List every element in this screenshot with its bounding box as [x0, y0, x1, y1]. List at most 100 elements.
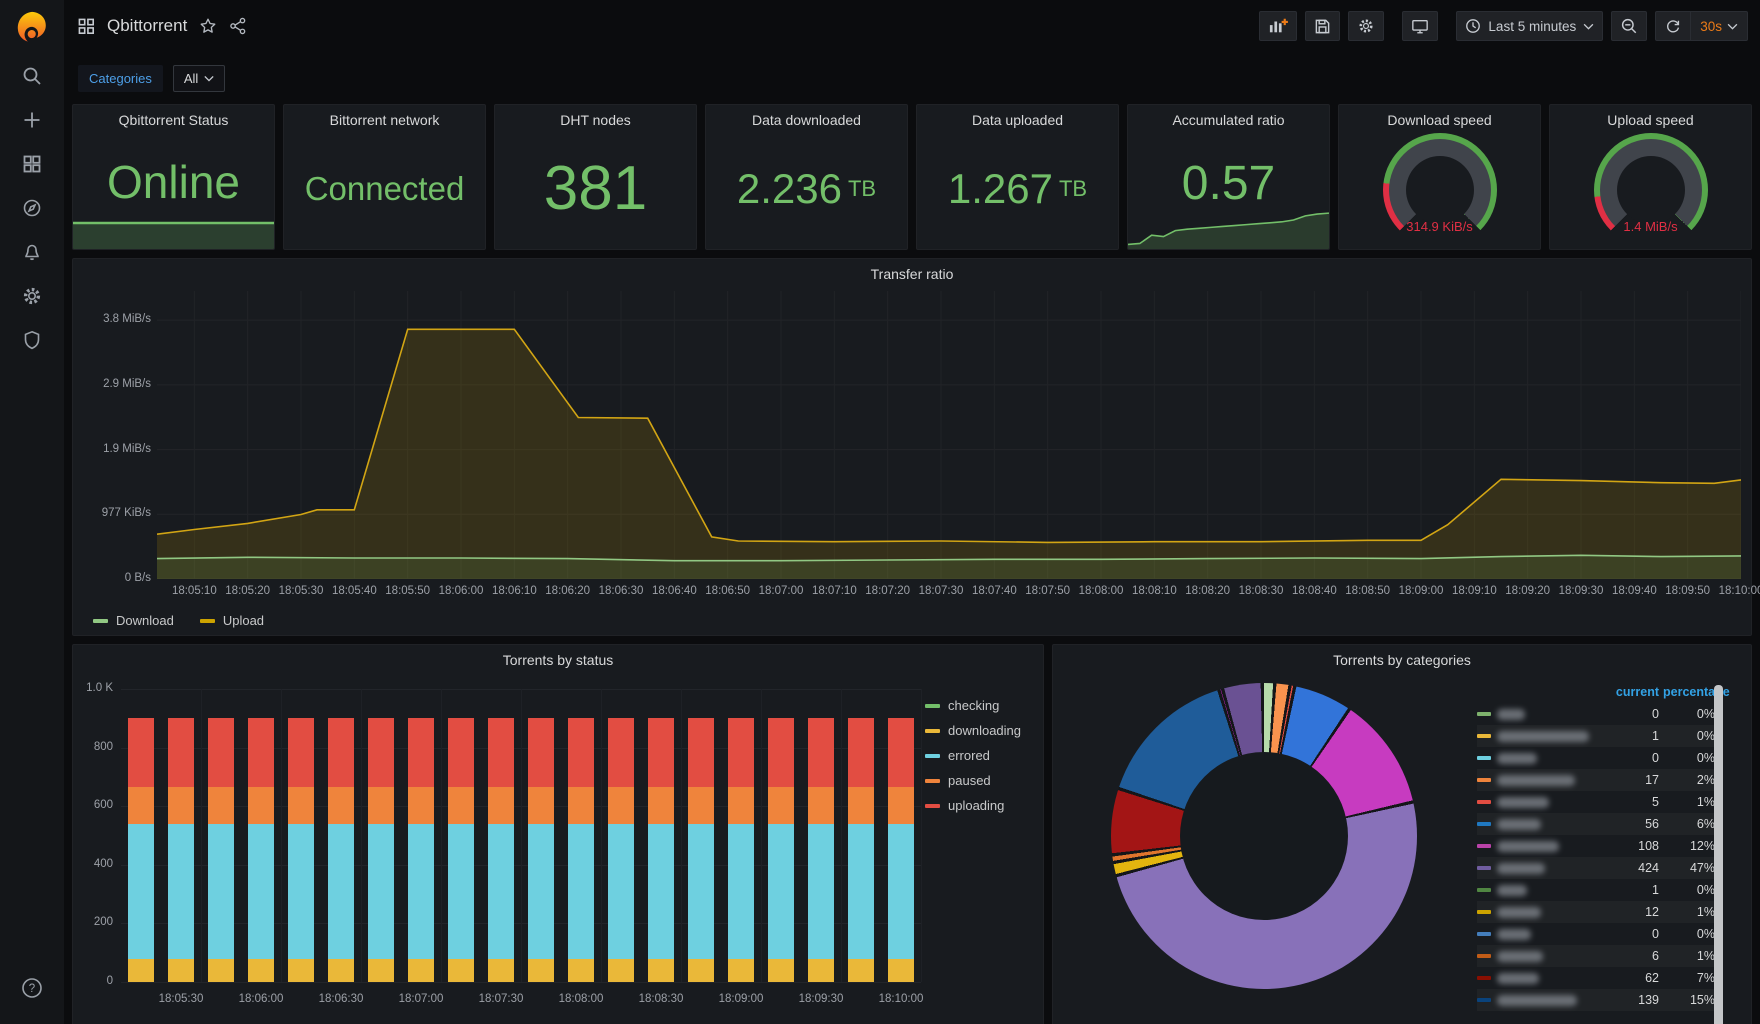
create-plus-icon[interactable]: [0, 98, 64, 142]
stacked-bar[interactable]: [688, 717, 714, 982]
download-speed-gauge: 314.9 KiB/s: [1382, 133, 1497, 247]
stacked-bar[interactable]: [768, 717, 794, 982]
dashboard-settings-button[interactable]: [1348, 11, 1385, 41]
category-row[interactable]: 108 12%: [1477, 835, 1715, 857]
category-row[interactable]: 0 0%: [1477, 747, 1715, 769]
category-row[interactable]: 17 2%: [1477, 769, 1715, 791]
col-current[interactable]: current: [1611, 685, 1659, 699]
panel-dht-nodes: DHT nodes 381: [494, 104, 697, 250]
legend-item-uploading[interactable]: uploading: [925, 793, 1021, 818]
category-row[interactable]: 139 15%: [1477, 989, 1715, 1011]
category-row[interactable]: 56 6%: [1477, 813, 1715, 835]
category-row[interactable]: 424 47%: [1477, 857, 1715, 879]
panel-title[interactable]: Torrents by status: [73, 645, 1043, 668]
panel-title[interactable]: Data downloaded: [706, 105, 907, 128]
panel-title[interactable]: Upload speed: [1550, 105, 1751, 128]
category-row[interactable]: 1 0%: [1477, 725, 1715, 747]
panel-title[interactable]: Accumulated ratio: [1128, 105, 1329, 128]
x-axis-tick: 18:09:00: [718, 993, 764, 1005]
panel-title[interactable]: Download speed: [1339, 105, 1540, 128]
panel-download-speed: Download speed 314.9 KiB/s: [1338, 104, 1541, 250]
y-axis-tick: 0: [106, 975, 113, 987]
stacked-bar[interactable]: [528, 717, 554, 982]
refresh-button[interactable]: [1656, 12, 1690, 40]
legend-item-downloading[interactable]: downloading: [925, 718, 1021, 743]
category-row[interactable]: 0 0%: [1477, 923, 1715, 945]
stacked-bar[interactable]: [168, 717, 194, 982]
category-row[interactable]: 5 1%: [1477, 791, 1715, 813]
help-icon[interactable]: ?: [0, 966, 64, 1010]
grafana-logo[interactable]: [0, 0, 64, 54]
donut-hole: [1180, 752, 1348, 920]
stacked-bar[interactable]: [248, 717, 274, 982]
upload-speed-value: 1.4 MiB/s: [1623, 219, 1678, 234]
stacked-bar[interactable]: [448, 717, 474, 982]
dashboard-filters: Categories All: [64, 52, 1760, 104]
x-axis-tick: 18:05:30: [278, 585, 324, 597]
panel-title[interactable]: Data uploaded: [917, 105, 1118, 128]
stacked-bar[interactable]: [408, 717, 434, 982]
share-icon[interactable]: [229, 17, 247, 35]
col-percentage[interactable]: percentage: [1663, 685, 1730, 699]
filter-categories-label[interactable]: Categories: [78, 64, 163, 92]
page-title: Qbittorrent: [107, 16, 188, 35]
legend-item-errored[interactable]: errored: [925, 743, 1021, 768]
admin-shield-icon[interactable]: [0, 318, 64, 362]
tv-mode-button[interactable]: [1402, 11, 1439, 41]
stacked-bar[interactable]: [488, 717, 514, 982]
save-dashboard-button[interactable]: [1305, 11, 1341, 41]
search-icon[interactable]: [0, 54, 64, 98]
configuration-gear-icon[interactable]: [0, 274, 64, 318]
stacked-bar[interactable]: [568, 717, 594, 982]
panel-torrents-by-categories: Torrents by categories current percentage…: [1052, 644, 1752, 1024]
category-row[interactable]: 0 0%: [1477, 703, 1715, 725]
stacked-bar[interactable]: [128, 717, 154, 982]
stacked-bar[interactable]: [368, 717, 394, 982]
add-panel-button[interactable]: [1259, 11, 1298, 41]
refresh-interval-dropdown[interactable]: 30s: [1690, 12, 1747, 40]
stacked-bar[interactable]: [648, 717, 674, 982]
refresh-controls: 30s: [1655, 11, 1748, 41]
category-row[interactable]: 6 1%: [1477, 945, 1715, 967]
panel-title[interactable]: Bittorrent network: [284, 105, 485, 128]
legend-item-upload[interactable]: Upload: [199, 613, 264, 628]
x-axis-tick: 18:09:30: [798, 993, 844, 1005]
category-row[interactable]: 62 7%: [1477, 967, 1715, 989]
transfer-ratio-chart[interactable]: 0 B/s 977 KiB/s 1.9 MiB/s 2.9 MiB/s 3.8 MiB/…: [73, 259, 1760, 635]
star-icon[interactable]: [199, 17, 217, 35]
stacked-bar[interactable]: [288, 717, 314, 982]
stacked-bar[interactable]: [608, 717, 634, 982]
dashboards-icon[interactable]: [0, 142, 64, 186]
panel-title[interactable]: DHT nodes: [495, 105, 696, 128]
legend-item-checking[interactable]: checking: [925, 693, 1021, 718]
category-name-blurred: [1497, 994, 1577, 1006]
time-range-picker[interactable]: Last 5 minutes: [1456, 11, 1604, 41]
stacked-bar[interactable]: [848, 717, 874, 982]
stacked-bar[interactable]: [328, 717, 354, 982]
panel-torrents-by-status: Torrents by status 0 200 400 600 800 1.0 K 18:…: [72, 644, 1044, 1024]
categories-donut-chart[interactable]: [1111, 683, 1417, 989]
stacked-bar[interactable]: [208, 717, 234, 982]
category-row[interactable]: 1 0%: [1477, 879, 1715, 901]
dashboard-grid-icon[interactable]: [78, 18, 95, 35]
legend-item-paused[interactable]: paused: [925, 768, 1021, 793]
x-axis-tick: 18:07:00: [398, 993, 444, 1005]
stacked-bar[interactable]: [808, 717, 834, 982]
zoom-out-button[interactable]: [1611, 11, 1648, 41]
legend-item-download[interactable]: Download: [93, 613, 174, 628]
alerting-bell-icon[interactable]: [0, 230, 64, 274]
x-axis-tick: 18:08:00: [558, 993, 604, 1005]
panel-title[interactable]: Torrents by categories: [1053, 645, 1751, 668]
category-percentage: 6%: [1696, 817, 1715, 831]
stacked-bar[interactable]: [728, 717, 754, 982]
explore-compass-icon[interactable]: [0, 186, 64, 230]
panel-title[interactable]: Qbittorrent Status: [73, 105, 274, 128]
stacked-bar[interactable]: [888, 717, 914, 982]
category-row[interactable]: 12 1%: [1477, 901, 1715, 923]
status-legend: checking downloading errored paused uploadin…: [925, 693, 1021, 818]
filter-all-dropdown[interactable]: All: [172, 64, 226, 92]
data-uploaded-value: 1.267: [947, 164, 1053, 212]
category-percentage: 0%: [1696, 927, 1715, 941]
category-percentage: 1%: [1696, 949, 1715, 963]
categories-table-scrollbar[interactable]: [1714, 685, 1723, 1024]
